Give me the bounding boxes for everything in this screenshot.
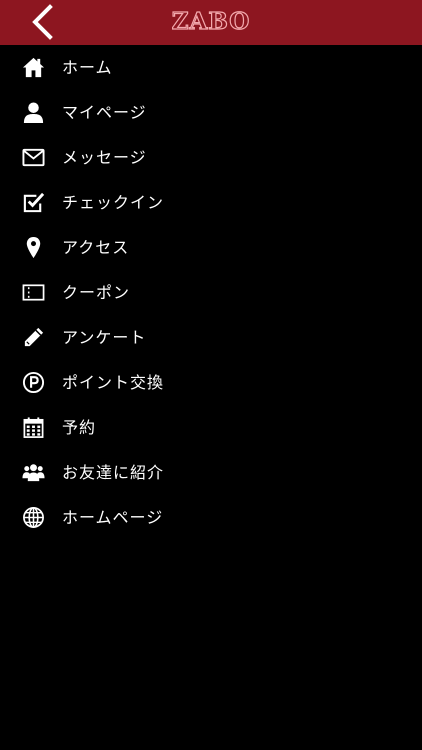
ticket-icon — [22, 281, 45, 304]
menu-item-refer-friend[interactable]: お友達に紹介 — [0, 450, 422, 495]
menu-item-checkin[interactable]: チェックイン — [0, 180, 422, 225]
menu-item-points[interactable]: ポイント交換 — [0, 360, 422, 405]
map-pin-icon — [22, 236, 45, 259]
app-logo: ZABO — [171, 7, 251, 35]
menu-item-home[interactable]: ホーム — [0, 45, 422, 90]
menu-item-label: ホームページ — [62, 508, 164, 527]
menu-item-label: クーポン — [62, 283, 131, 302]
menu-item-label: お友達に紹介 — [62, 463, 165, 482]
pencil-icon — [22, 326, 45, 349]
menu-item-coupon[interactable]: クーポン — [0, 270, 422, 315]
menu-item-survey[interactable]: アンケート — [0, 315, 422, 360]
user-icon — [22, 101, 45, 124]
menu-item-mypage[interactable]: マイページ — [0, 90, 422, 135]
users-icon — [22, 461, 45, 484]
menu-item-website[interactable]: ホームページ — [0, 495, 422, 540]
menu-item-reservation[interactable]: 予約 — [0, 405, 422, 450]
envelope-icon — [22, 146, 45, 169]
point-icon — [22, 371, 45, 394]
app-header: ZABO — [0, 0, 422, 45]
menu-item-label: ポイント交換 — [62, 373, 165, 392]
checkbox-icon — [22, 191, 45, 214]
menu-item-access[interactable]: アクセス — [0, 225, 422, 270]
calendar-icon — [22, 416, 45, 439]
home-icon — [22, 56, 45, 79]
menu-item-message[interactable]: メッセージ — [0, 135, 422, 180]
side-menu: ホーム マイページ メッセージ チェックイン アクセス クーポン アンケート ポ… — [0, 45, 422, 540]
menu-item-label: アクセス — [62, 238, 130, 257]
menu-item-label: ホーム — [62, 58, 113, 77]
menu-item-label: チェックイン — [62, 193, 165, 212]
globe-icon — [22, 506, 45, 529]
menu-item-label: メッセージ — [62, 148, 147, 167]
menu-item-label: マイページ — [62, 103, 147, 122]
menu-item-label: 予約 — [62, 418, 97, 437]
menu-item-label: アンケート — [62, 328, 147, 347]
